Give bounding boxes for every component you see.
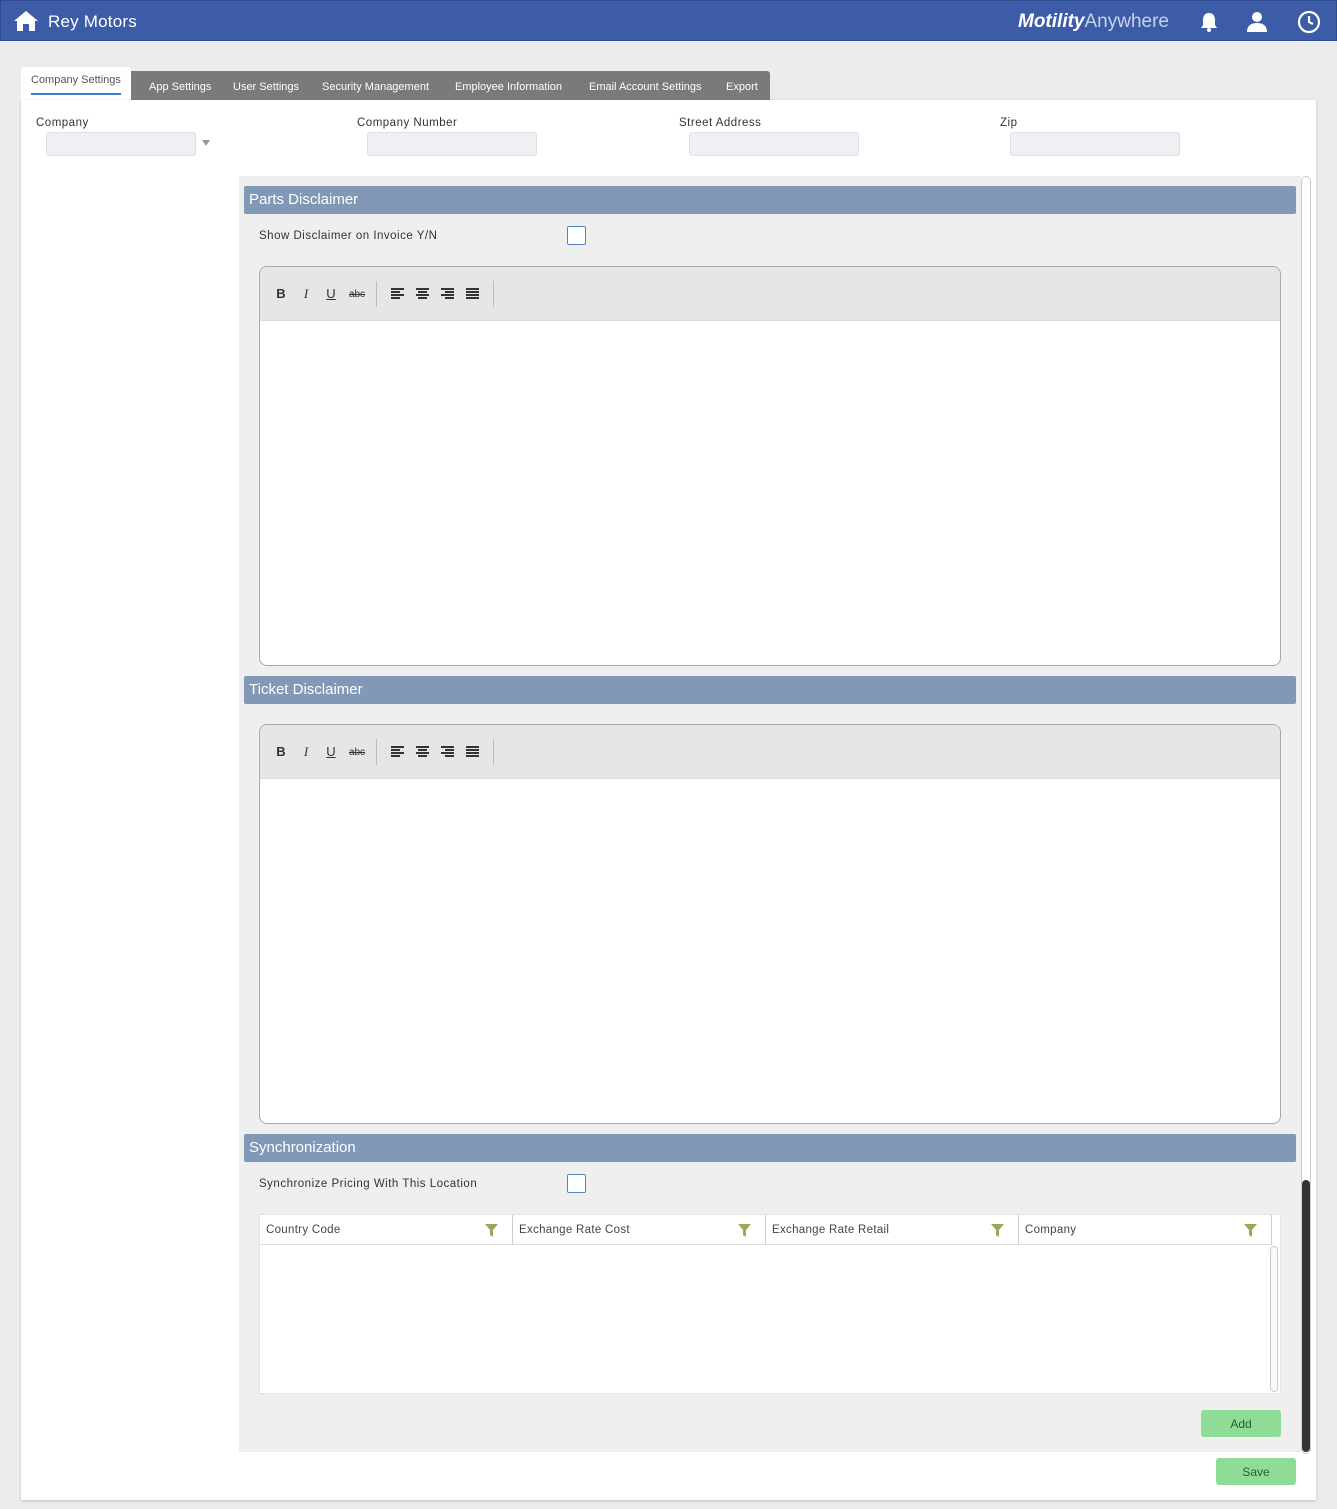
clock-icon[interactable] (1297, 10, 1321, 34)
ticket-disclaimer-header: Ticket Disclaimer (244, 676, 1296, 704)
parts-disclaimer-header: Parts Disclaimer (244, 186, 1296, 214)
brand-logo: MotilityAnywhere (1018, 11, 1169, 32)
add-button[interactable]: Add (1201, 1410, 1281, 1437)
zip-input[interactable] (1010, 132, 1180, 156)
app-title: Rey Motors (48, 12, 137, 31)
home-icon[interactable] (13, 9, 39, 33)
synchronization-header: Synchronization (244, 1134, 1296, 1162)
filter-icon[interactable] (485, 1224, 498, 1237)
toolbar-divider (376, 281, 377, 307)
toolbar-divider (493, 739, 494, 765)
company-number-input[interactable] (367, 132, 537, 156)
top-bar: Rey Motors MotilityAnywhere (0, 0, 1337, 41)
show-disclaimer-checkbox[interactable] (567, 226, 586, 245)
company-number-label: Company Number (357, 117, 458, 129)
italic-button[interactable]: I (297, 744, 315, 760)
tab-export[interactable]: Export (726, 71, 758, 100)
align-left-icon[interactable] (391, 746, 404, 757)
strikethrough-button[interactable]: abc (346, 289, 368, 300)
tab-company-settings[interactable]: Company Settings (21, 67, 131, 100)
editor-toolbar: B I U abc (260, 725, 1280, 779)
italic-button[interactable]: I (297, 286, 315, 302)
align-center-icon[interactable] (416, 288, 429, 299)
tab-app-settings[interactable]: App Settings (149, 71, 211, 100)
tab-employee-information[interactable]: Employee Information (455, 71, 562, 100)
column-country-code[interactable]: Country Code (260, 1215, 513, 1245)
align-justify-icon[interactable] (466, 288, 479, 299)
align-left-icon[interactable] (391, 288, 404, 299)
align-justify-icon[interactable] (466, 746, 479, 757)
grid-header: Country Code Exchange Rate Cost Exchange… (260, 1215, 1272, 1245)
align-right-icon[interactable] (441, 746, 454, 757)
company-select[interactable] (46, 132, 196, 156)
chevron-down-icon[interactable] (202, 140, 210, 146)
column-exchange-rate-cost[interactable]: Exchange Rate Cost (513, 1215, 766, 1245)
filter-icon[interactable] (991, 1224, 1004, 1237)
synchronize-pricing-label: Synchronize Pricing With This Location (259, 1178, 478, 1190)
toolbar-divider (493, 281, 494, 307)
column-company[interactable]: Company (1019, 1215, 1272, 1245)
filter-icon[interactable] (738, 1224, 751, 1237)
parts-disclaimer-editor[interactable]: B I U abc (259, 266, 1281, 666)
align-right-icon[interactable] (441, 288, 454, 299)
exchange-rate-grid: Country Code Exchange Rate Cost Exchange… (259, 1214, 1281, 1394)
editor-toolbar: B I U abc (260, 267, 1280, 321)
ticket-disclaimer-editor[interactable]: B I U abc (259, 724, 1281, 1124)
save-button[interactable]: Save (1216, 1458, 1296, 1485)
tab-security-management[interactable]: Security Management (322, 71, 429, 100)
synchronize-pricing-checkbox[interactable] (567, 1174, 586, 1193)
toolbar-divider (376, 739, 377, 765)
content-scrollbar-thumb[interactable] (1302, 1180, 1310, 1452)
company-label: Company (36, 117, 89, 129)
street-address-label: Street Address (679, 117, 762, 129)
strikethrough-button[interactable]: abc (346, 747, 368, 758)
tab-email-account-settings[interactable]: Email Account Settings (589, 71, 702, 100)
underline-button[interactable]: U (322, 286, 340, 301)
grid-scrollbar[interactable] (1270, 1246, 1278, 1392)
bold-button[interactable]: B (272, 744, 290, 759)
bell-icon[interactable] (1197, 10, 1221, 34)
show-disclaimer-label: Show Disclaimer on Invoice Y/N (259, 230, 438, 242)
user-icon[interactable] (1245, 10, 1269, 34)
settings-tabs: Company Settings App Settings User Setti… (21, 67, 770, 100)
filter-icon[interactable] (1244, 1224, 1257, 1237)
tab-user-settings[interactable]: User Settings (233, 71, 299, 100)
column-exchange-rate-retail[interactable]: Exchange Rate Retail (766, 1215, 1019, 1245)
underline-button[interactable]: U (322, 744, 340, 759)
align-center-icon[interactable] (416, 746, 429, 757)
zip-label: Zip (1000, 117, 1018, 129)
bold-button[interactable]: B (272, 286, 290, 301)
street-address-input[interactable] (689, 132, 859, 156)
